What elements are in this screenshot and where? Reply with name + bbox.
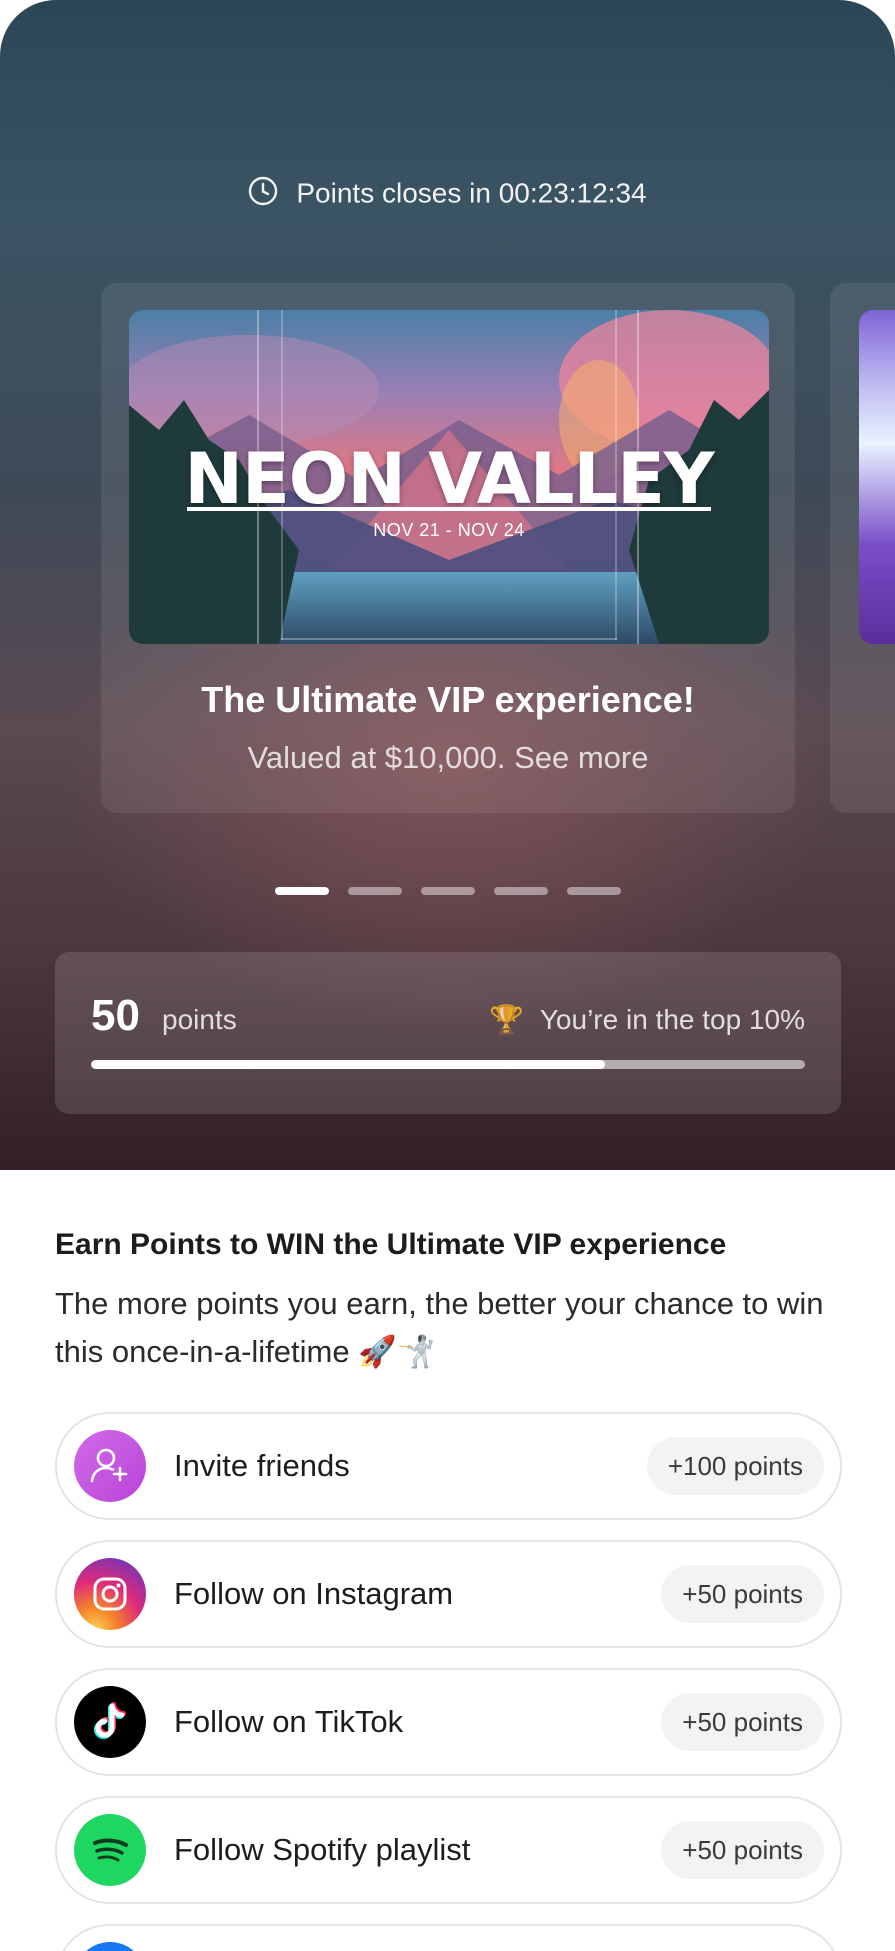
task-next-partial[interactable]	[55, 1924, 842, 1951]
facebook-icon	[74, 1942, 146, 1951]
carousel-dot-2[interactable]	[348, 887, 402, 895]
countdown-text: Points closes in 00:23:12:34	[296, 177, 647, 209]
add-user-icon	[74, 1430, 146, 1502]
next-prize-image	[859, 310, 895, 644]
points-summary: 50 points 🏆 You’re in the top 10%	[55, 952, 841, 1114]
prize-card[interactable]: NEON VALLEY NOV 21 - NOV 24 The Ultimate…	[101, 283, 795, 813]
task-follow-tiktok[interactable]: Follow on TikTok +50 points	[55, 1668, 842, 1776]
poster-dates: NOV 21 - NOV 24	[373, 520, 525, 540]
task-invite-friends[interactable]: Invite friends +100 points	[55, 1412, 842, 1520]
task-points-badge: +100 points	[646, 1437, 824, 1495]
rank-text: You’re in the top 10%	[539, 1004, 805, 1035]
next-prize-card[interactable]	[830, 283, 895, 813]
rank-status: 🏆 You’re in the top 10%	[489, 1002, 805, 1038]
event-poster-image: NEON VALLEY NOV 21 - NOV 24	[129, 310, 769, 644]
prize-subtitle-see-more[interactable]: Valued at $10,000. See more	[101, 738, 795, 778]
earn-description: The more points you earn, the better you…	[55, 1286, 824, 1369]
prize-title: The Ultimate VIP experience!	[201, 679, 695, 720]
carousel-dot-1[interactable]	[275, 887, 329, 895]
phone-screen: Points closes in 00:23:12:34 NEON VALLEY…	[0, 0, 895, 1951]
earn-heading: Earn Points to WIN the Ultimate VIP expe…	[55, 1228, 727, 1261]
hero-section: Points closes in 00:23:12:34 NEON VALLEY…	[0, 0, 895, 1170]
points-progress-bar	[91, 1060, 805, 1069]
points-value: 50	[91, 991, 140, 1040]
task-points-badge: +50 points	[661, 1565, 824, 1623]
carousel-dot-3[interactable]	[421, 887, 475, 895]
poster-title: NEON VALLEY	[184, 438, 714, 520]
trophy-icon: 🏆	[488, 1004, 524, 1035]
task-label: Follow Spotify playlist	[174, 1832, 471, 1867]
poster-underline	[187, 507, 711, 511]
tiktok-icon	[74, 1686, 146, 1758]
carousel-dot-4[interactable]	[494, 887, 548, 895]
carousel-dot-5[interactable]	[567, 887, 621, 895]
task-points-badge: +50 points	[661, 1821, 824, 1879]
instagram-icon	[74, 1558, 146, 1630]
countdown-timer: Points closes in 00:23:12:34	[0, 172, 895, 212]
task-label: Follow on Instagram	[174, 1576, 454, 1611]
task-label: Follow on TikTok	[174, 1704, 404, 1739]
points-label: points	[162, 1004, 237, 1035]
task-follow-instagram[interactable]: Follow on Instagram +50 points	[55, 1540, 842, 1648]
clock-icon	[248, 176, 278, 206]
task-points-badge: +50 points	[661, 1693, 824, 1751]
task-label: Invite friends	[174, 1448, 350, 1483]
points-progress-fill	[91, 1060, 606, 1069]
spotify-icon	[74, 1814, 146, 1886]
task-follow-spotify[interactable]: Follow Spotify playlist +50 points	[55, 1796, 842, 1904]
